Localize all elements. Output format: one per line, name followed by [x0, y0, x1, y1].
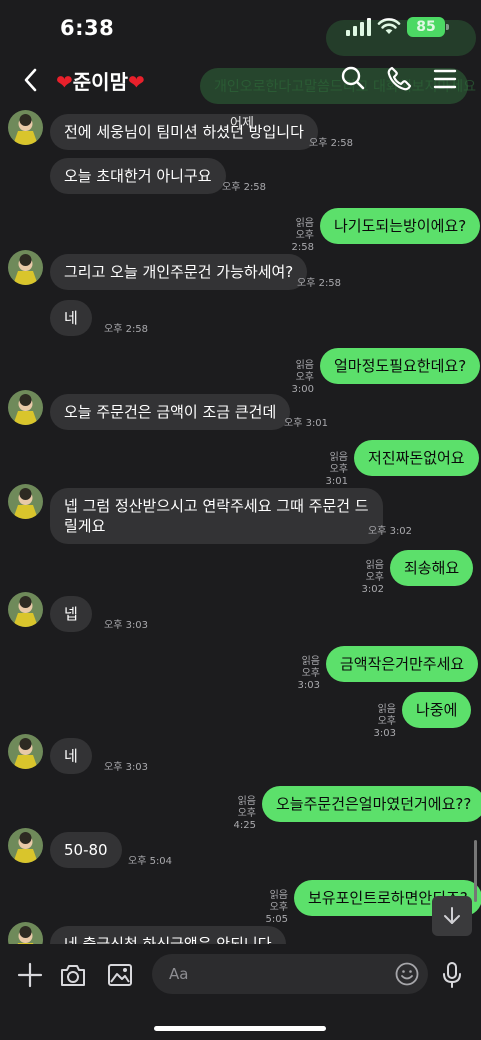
message-bubble[interactable]: 나기도되는방이에요?	[320, 208, 481, 244]
message-bubble[interactable]: 네	[50, 300, 92, 336]
chat-title[interactable]: ❤준이맘❤	[56, 66, 145, 95]
avatar[interactable]	[8, 922, 43, 944]
message-time: 오후 5:04	[128, 856, 173, 867]
read-receipt: 읽음 오후 3:00	[291, 360, 314, 395]
message-time: 오후 3:01	[284, 418, 329, 429]
avatar-image	[8, 592, 43, 627]
message-input-placeholder: Aa	[169, 965, 189, 983]
avatar-image	[8, 922, 43, 944]
message-time: 오후 2:58	[297, 278, 342, 289]
heart-icon: ❤	[56, 70, 73, 94]
avatar[interactable]	[8, 484, 43, 519]
avatar-image	[8, 390, 43, 425]
status-time: 6:38	[60, 16, 115, 40]
read-receipt: 읽음 오후 5:05	[265, 890, 288, 925]
avatar-image	[8, 734, 43, 769]
message-time: 오후 3:02	[368, 526, 413, 537]
message-bubble[interactable]: 저진짜돈없어요	[354, 440, 479, 476]
read-receipt: 읽음 오후 3:03	[373, 704, 396, 739]
chat-header: ❤준이맘❤	[0, 58, 481, 104]
message-bubble[interactable]: 오늘주문건은얼마였던거에요??	[262, 786, 481, 822]
avatar[interactable]	[8, 390, 43, 425]
message-time: 오후 2:58	[104, 324, 149, 335]
avatar-image	[8, 484, 43, 519]
message-bubble[interactable]: 오늘 초대한거 아니구요	[50, 158, 226, 194]
message-bubble[interactable]: 얼마정도필요한데요?	[320, 348, 481, 384]
scroll-to-bottom-button[interactable]	[432, 896, 472, 936]
message-bubble[interactable]: 넵	[50, 596, 92, 632]
mic-icon[interactable]	[437, 960, 467, 990]
chat-title-text: 준이맘	[72, 70, 128, 94]
date-peek: 어제	[230, 116, 254, 131]
read-receipt: 읽음 오후 3:02	[361, 560, 384, 595]
back-icon[interactable]	[18, 64, 44, 96]
read-receipt: 읽음 오후 3:01	[325, 452, 348, 487]
home-indicator[interactable]	[154, 1026, 326, 1031]
message-input[interactable]: Aa	[152, 954, 428, 994]
message-line: 릴게요	[64, 517, 106, 535]
message-bubble[interactable]: 넵 그럼 정산받으시고 연락주세요 그때 주문건 드 릴게요	[50, 488, 383, 544]
message-bubble[interactable]: 금액작은거만주세요	[326, 646, 479, 682]
message-bubble[interactable]: 네 출금신청 하신금액은 안되니다	[50, 926, 286, 944]
menu-icon[interactable]	[430, 64, 460, 94]
message-time: 오후 2:58	[309, 138, 354, 149]
avatar[interactable]	[8, 828, 43, 863]
avatar-image	[8, 110, 43, 145]
avatar-image	[8, 250, 43, 285]
message-bubble[interactable]: 네	[50, 738, 92, 774]
message-line: 넵 그럼 정산받으시고 연락주세요 그때 주문건 드	[64, 497, 369, 515]
plus-icon[interactable]	[15, 960, 45, 990]
camera-icon[interactable]	[58, 960, 88, 990]
message-bubble[interactable]: 죄송해요	[390, 550, 474, 586]
ghost-bubble	[326, 20, 476, 56]
read-receipt: 읽음 오후 2:58	[291, 218, 314, 253]
emoji-icon[interactable]	[394, 961, 420, 987]
avatar-image	[8, 828, 43, 863]
read-receipt: 읽음 오후 4:25	[233, 796, 256, 831]
message-bubble[interactable]: 나중에	[402, 692, 472, 728]
message-bubble[interactable]: 그리고 오늘 개인주문건 가능하세여?	[50, 254, 308, 290]
avatar[interactable]	[8, 734, 43, 769]
scrollbar[interactable]	[474, 840, 477, 902]
search-icon[interactable]	[338, 64, 368, 94]
message-time: 오후 3:03	[104, 620, 149, 631]
phone-icon[interactable]	[384, 64, 414, 94]
avatar[interactable]	[8, 592, 43, 627]
arrow-down-icon	[444, 907, 460, 924]
avatar[interactable]	[8, 250, 43, 285]
input-bar: Aa	[0, 944, 481, 1040]
gallery-icon[interactable]	[105, 960, 135, 990]
heart-icon: ❤	[127, 70, 145, 94]
avatar[interactable]	[8, 110, 43, 145]
message-bubble[interactable]: 50-80	[50, 832, 122, 868]
read-receipt: 읽음 오후 3:03	[297, 656, 320, 691]
message-list[interactable]: 어제 전에 세웅님이 팀미션 하셨던 방입니다 오후 2:58 오늘 초대한거 …	[0, 104, 481, 944]
message-time: 오후 3:03	[104, 762, 149, 773]
message-time: 오후 2:58	[222, 182, 267, 193]
message-bubble[interactable]: 전에 세웅님이 팀미션 하셨던 방입니다	[50, 114, 318, 150]
message-bubble[interactable]: 오늘 주문건은 금액이 조금 큰건데	[50, 394, 291, 430]
